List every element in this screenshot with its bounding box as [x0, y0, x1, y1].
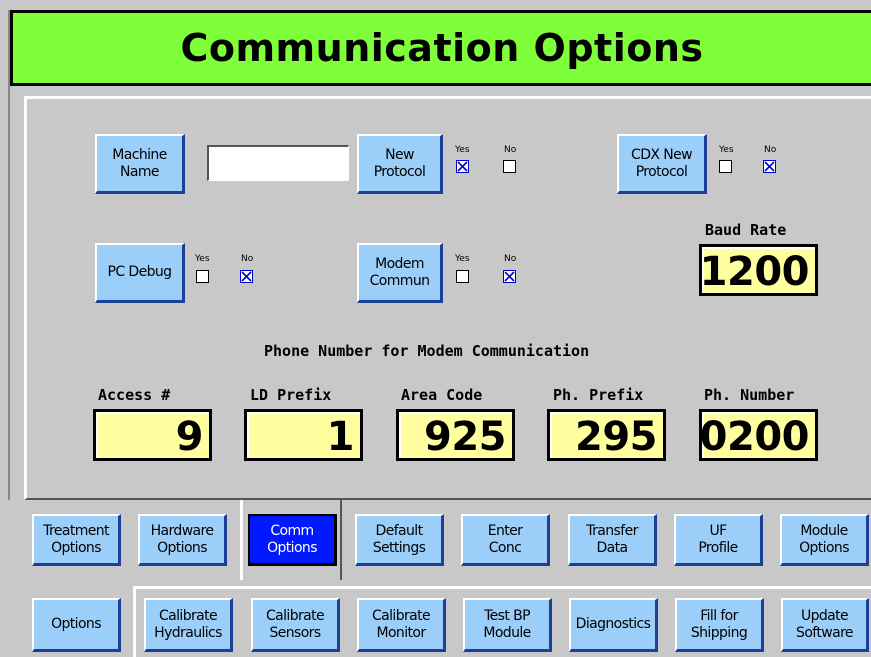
subtab-diagnostics[interactable]: Diagnostics — [569, 598, 658, 652]
new-protocol-button[interactable]: New Protocol — [357, 134, 443, 194]
pc-debug-yes-checkbox[interactable] — [196, 270, 209, 283]
modem-no-label: No — [504, 254, 517, 264]
access-text: 9 — [175, 414, 204, 460]
modem-yes-checkbox[interactable] — [456, 270, 469, 283]
cdx-no-checkbox[interactable] — [763, 160, 776, 173]
tab-treatment-options[interactable]: Treatment Options — [32, 514, 121, 566]
phone-number-heading: Phone Number for Modem Communication — [264, 342, 590, 360]
cdx-yes-checkbox[interactable] — [719, 160, 732, 173]
baud-rate-text: 1200 — [699, 249, 810, 295]
subtab-calibrate-sensors[interactable]: Calibrate Sensors — [251, 598, 340, 652]
baud-rate-value[interactable]: 1200 — [699, 244, 818, 296]
checked-x-icon — [457, 161, 468, 172]
new-protocol-yes-checkbox[interactable] — [456, 160, 469, 173]
ph-number-value[interactable]: 0200 — [699, 409, 818, 461]
tab-default-settings[interactable]: Default Settings — [355, 514, 444, 566]
subtab-test-bp-module[interactable]: Test BP Module — [463, 598, 552, 652]
machine-name-field[interactable] — [207, 145, 349, 181]
ph-prefix-text: 295 — [575, 414, 658, 460]
page-title: Communication Options — [180, 26, 704, 70]
ph-number-text: 0200 — [699, 414, 810, 460]
machine-name-button[interactable]: Machine Name — [95, 134, 185, 194]
access-value[interactable]: 9 — [93, 409, 212, 461]
pc-debug-yes-label: Yes — [195, 254, 210, 264]
ph-prefix-label: Ph. Prefix — [553, 386, 644, 404]
ld-prefix-label: LD Prefix — [250, 386, 332, 404]
subtab-options[interactable]: Options — [32, 598, 121, 652]
area-code-label: Area Code — [401, 386, 483, 404]
title-bar: Communication Options — [10, 10, 871, 86]
ld-prefix-value[interactable]: 1 — [244, 409, 363, 461]
cdx-yes-label: Yes — [719, 145, 734, 155]
new-protocol-no-label: No — [504, 145, 517, 155]
pc-debug-button[interactable]: PC Debug — [95, 243, 185, 303]
modem-commun-button[interactable]: Modem Commun — [357, 243, 443, 303]
new-protocol-no-checkbox[interactable] — [503, 160, 516, 173]
ld-prefix-text: 1 — [326, 414, 355, 460]
tab-module-options[interactable]: Module Options — [780, 514, 869, 566]
modem-no-checkbox[interactable] — [503, 270, 516, 283]
tab-comm-options[interactable]: Comm Options — [248, 514, 337, 566]
checked-x-icon — [241, 271, 252, 282]
subtab-calibrate-hydraulics[interactable]: Calibrate Hydraulics — [144, 598, 233, 652]
cdx-new-protocol-button[interactable]: CDX New Protocol — [617, 134, 707, 194]
pc-debug-no-checkbox[interactable] — [240, 270, 253, 283]
access-label: Access # — [98, 386, 171, 404]
subtab-update-software[interactable]: Update Software — [781, 598, 869, 652]
ph-number-label: Ph. Number — [704, 386, 795, 404]
checked-x-icon — [504, 271, 515, 282]
modem-yes-label: Yes — [455, 254, 470, 264]
subtab-calibrate-monitor[interactable]: Calibrate Monitor — [357, 598, 446, 652]
baud-rate-label: Baud Rate — [705, 221, 787, 239]
tab-uf-profile[interactable]: UF Profile — [674, 514, 763, 566]
tab-transfer-data[interactable]: Transfer Data — [568, 514, 657, 566]
tab-hardware-options[interactable]: Hardware Options — [138, 514, 227, 566]
new-protocol-yes-label: Yes — [455, 145, 470, 155]
cdx-no-label: No — [764, 145, 777, 155]
area-code-value[interactable]: 925 — [396, 409, 515, 461]
ph-prefix-value[interactable]: 295 — [547, 409, 666, 461]
tab-enter-conc[interactable]: Enter Conc — [461, 514, 550, 566]
pc-debug-no-label: No — [241, 254, 254, 264]
area-code-text: 925 — [424, 414, 507, 460]
subtab-fill-for-shipping[interactable]: Fill for Shipping — [675, 598, 764, 652]
checked-x-icon — [764, 161, 775, 172]
